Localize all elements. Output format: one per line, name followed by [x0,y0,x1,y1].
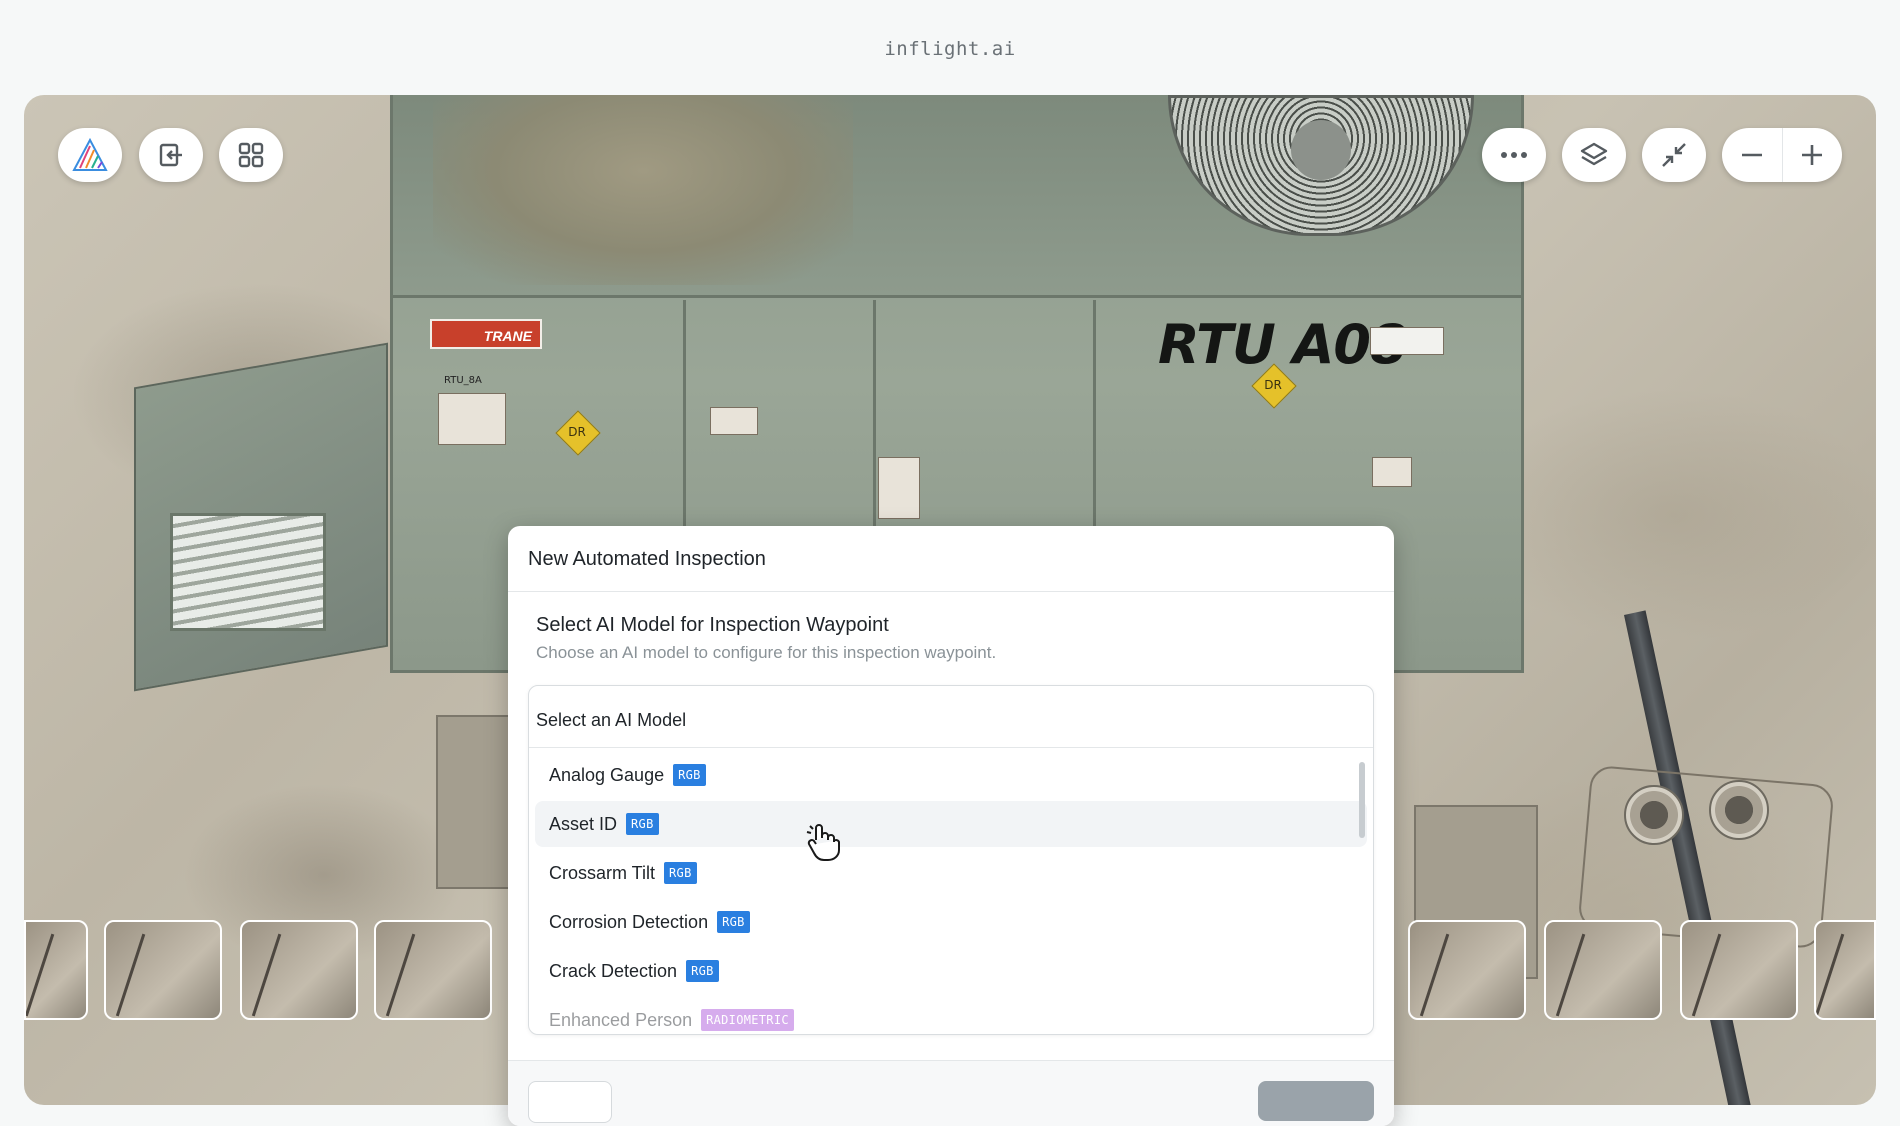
next-button[interactable] [1258,1081,1374,1121]
model-option[interactable]: Analog Gauge RGB [535,752,1367,798]
warning-badge-label: DR [568,425,586,439]
grid-icon [238,142,264,168]
model-option[interactable]: Crossarm Tilt RGB [535,850,1367,896]
model-name: Crossarm Tilt [549,862,656,883]
dialog-title: New Automated Inspection [508,526,1394,592]
model-name: Analog Gauge [549,764,665,785]
more-button[interactable] [1482,128,1546,182]
label-sticker [1370,327,1444,355]
model-name: Asset ID [549,813,618,834]
zoom-out-icon [1741,153,1762,157]
section-description: Choose an AI model to configure for this… [536,643,997,662]
thumbnail[interactable] [240,920,358,1020]
new-inspection-dialog: New Automated Inspection Select AI Model… [508,526,1394,1126]
thumbnail[interactable] [1544,920,1662,1020]
louver-vent [170,513,326,631]
zoom-in-icon [1802,145,1823,165]
model-name: Crack Detection [549,960,678,981]
label-sticker [710,407,758,435]
zoom-in-button[interactable] [1782,128,1842,182]
roof-vent [1624,785,1684,845]
list-scrollbar[interactable] [1359,762,1365,838]
zoom-out-button[interactable] [1722,128,1782,182]
exit-button[interactable] [139,128,203,182]
model-list: Analog Gauge RGB Asset ID RGB Crossarm T… [529,748,1373,1034]
sensor-tag: RGB [673,764,706,786]
thumbnail[interactable] [1680,920,1798,1020]
model-option[interactable]: Crack Detection RGB [535,948,1367,994]
model-option[interactable]: Corrosion Detection RGB [535,899,1367,945]
thumbnail[interactable] [104,920,222,1020]
layers-button[interactable] [1562,128,1626,182]
logo-button[interactable] [58,128,122,182]
grid-button[interactable] [219,128,283,182]
sensor-tag: RGB [626,813,659,835]
sensor-tag: RGB [717,911,750,933]
label-sticker [1372,457,1412,487]
model-select[interactable]: Select an AI Model Analog Gauge RGB Asse… [528,685,1374,1035]
collapse-button[interactable] [1642,128,1706,182]
zoom-controls [1722,128,1842,182]
model-name: Enhanced Person [549,1009,693,1030]
layers-icon [1580,142,1608,166]
more-icon [1501,152,1527,158]
label-sticker [878,457,920,519]
dialog-footer [508,1060,1394,1126]
logo-icon [72,138,108,171]
unit-small-label: RTU_8A [444,375,482,386]
back-button[interactable] [528,1081,612,1123]
label-sticker [438,393,506,445]
thumbnail[interactable] [1408,920,1526,1020]
sensor-tag: RGB [664,862,697,884]
brand-plate: TRANE [430,319,542,349]
thumbnail[interactable] [374,920,492,1020]
section-title: Select AI Model for Inspection Waypoint [536,614,889,636]
model-option[interactable]: Enhanced Person RADIOMETRIC [535,997,1367,1034]
select-placeholder[interactable]: Select an AI Model [529,686,1373,748]
sensor-tag: RADIOMETRIC [701,1009,794,1031]
exit-icon [159,143,182,167]
model-option[interactable]: Asset ID RGB [535,801,1367,847]
thumbnail[interactable] [1814,920,1876,1020]
hand-cursor-icon [806,822,842,867]
site-title: inflight.ai [884,38,1016,60]
thumbnail[interactable] [24,920,88,1020]
warning-badge-label: DR [1264,378,1282,392]
roof-vent [1709,780,1769,840]
sensor-tag: RGB [686,960,719,982]
model-name: Corrosion Detection [549,911,709,932]
collapse-icon [1662,143,1686,167]
